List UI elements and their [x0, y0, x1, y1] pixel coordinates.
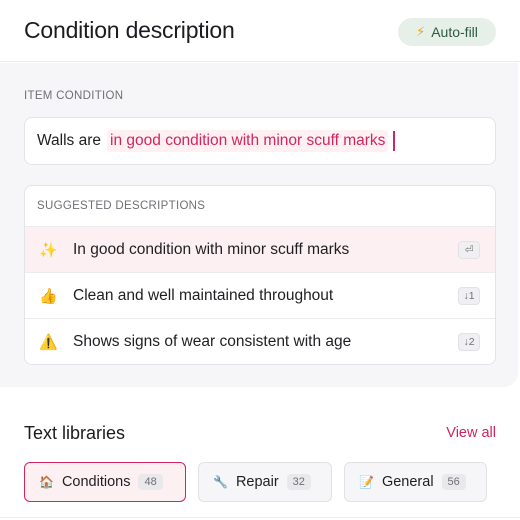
inline-suggestion: in good condition with minor scuff marks	[107, 130, 389, 152]
chip-label: Repair	[235, 474, 279, 490]
library-chip-general[interactable]: 📝 General 56	[344, 462, 487, 502]
suggestion-text: In good condition with minor scuff marks	[73, 240, 350, 258]
suggestion-item[interactable]: 👍 Clean and well maintained throughout ↓…	[25, 273, 495, 319]
condition-input[interactable]: Walls are in good condition with minor s…	[24, 117, 496, 165]
wrench-icon: 🔧	[213, 475, 228, 489]
item-condition-label: ITEM CONDITION	[24, 90, 124, 102]
warning-icon: ⚠️	[39, 334, 58, 351]
chip-count: 56	[441, 474, 466, 490]
lightning-icon: ⚡	[416, 24, 426, 39]
suggestion-text: Clean and well maintained throughout	[73, 286, 334, 304]
suggestions-list: SUGGESTED DESCRIPTIONS ✨ In good conditi…	[24, 185, 496, 365]
chip-count: 48	[138, 474, 163, 490]
divider	[0, 517, 520, 518]
suggestion-item[interactable]: ✨ In good condition with minor scuff mar…	[25, 227, 495, 273]
house-icon: 🏠	[39, 475, 54, 489]
autofill-button[interactable]: ⚡ Auto-fill	[398, 18, 496, 46]
shortcut-hint: ↓1	[458, 287, 480, 305]
autofill-label: Auto-fill	[431, 24, 478, 40]
chip-count: 32	[286, 474, 311, 490]
text-libraries-title: Text libraries	[24, 423, 126, 443]
suggestions-header: SUGGESTED DESCRIPTIONS	[25, 186, 495, 227]
memo-icon: 📝	[359, 475, 374, 489]
library-chip-conditions[interactable]: 🏠 Conditions 48	[24, 462, 186, 502]
sparkles-icon: ✨	[39, 241, 58, 259]
view-all-link[interactable]: View all	[446, 425, 496, 441]
thumbs-up-icon: 👍	[39, 287, 58, 305]
shortcut-hint: ↓2	[458, 333, 480, 351]
suggestion-text: Shows signs of wear consistent with age	[73, 333, 352, 350]
chip-label: General	[381, 474, 434, 490]
typed-text: Walls are	[37, 132, 102, 149]
library-chip-repair[interactable]: 🔧 Repair 32	[198, 462, 332, 502]
chip-label: Conditions	[61, 474, 131, 490]
suggestion-item[interactable]: ⚠️ Shows signs of wear consistent with a…	[25, 319, 495, 364]
enter-key-hint: ⏎	[458, 241, 480, 259]
header: Condition description ⚡ Auto-fill	[0, 0, 520, 62]
page-title: Condition description	[24, 17, 235, 43]
text-caret	[393, 131, 396, 151]
